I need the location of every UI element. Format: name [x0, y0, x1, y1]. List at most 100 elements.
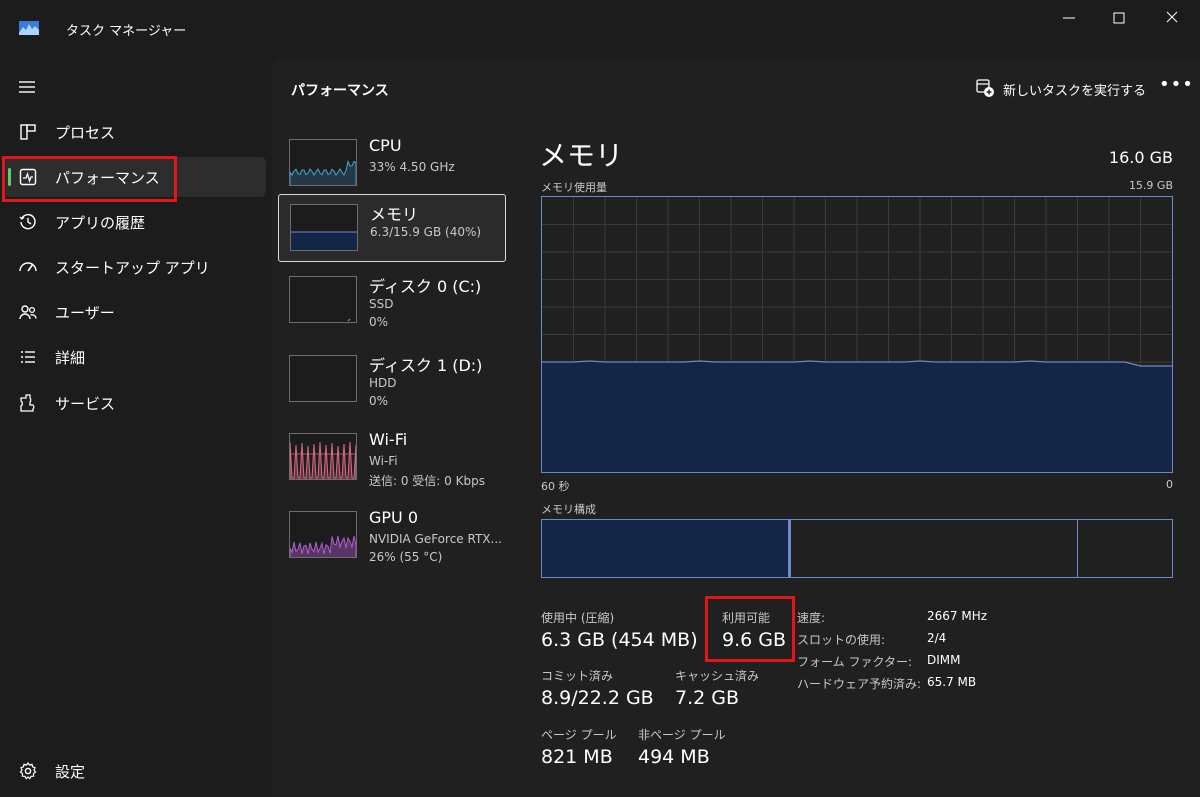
- sidebar-item-startup-apps[interactable]: スタートアップ アプリ: [4, 247, 266, 287]
- sidebar-item-users[interactable]: ユーザー: [4, 292, 266, 332]
- memory-composition-bar: [541, 519, 1173, 578]
- memory-thumbnail: [290, 204, 358, 251]
- spec-label: 速度:: [797, 611, 826, 625]
- users-icon: [19, 305, 37, 320]
- gear-icon: [19, 762, 37, 780]
- title-bar: タスク マネージャー: [0, 0, 1200, 60]
- spec-value: 2667 MHz: [927, 609, 988, 623]
- device-detail: 6.3/15.9 GB (40%): [370, 225, 482, 239]
- spec-label: ハードウェア予約済み:: [797, 677, 922, 691]
- services-icon: [20, 394, 35, 412]
- memory-total: 16.0 GB: [1108, 148, 1173, 167]
- sidebar-item-app-history[interactable]: アプリの履歴: [4, 202, 266, 242]
- memory-usage-graph: [541, 196, 1173, 473]
- wifi-mini-graph: [290, 441, 356, 479]
- sidebar-item-label: アプリの履歴: [55, 214, 146, 232]
- maximize-icon[interactable]: [1108, 8, 1130, 28]
- memory-usage-plot: [542, 197, 1172, 472]
- sidebar-item-label: パフォーマンス: [55, 169, 160, 187]
- device-name: ディスク 0 (C:): [369, 277, 482, 296]
- disk1-thumbnail: [289, 355, 357, 402]
- paged-pool-value: 821 MB: [541, 746, 613, 768]
- device-name: GPU 0: [369, 508, 419, 527]
- paged-pool-label: ページ プール: [541, 728, 617, 742]
- startup-icon: [19, 262, 37, 272]
- sidebar-item-performance[interactable]: パフォーマンス: [4, 157, 266, 197]
- device-cpu[interactable]: CPU 33% 4.50 GHz: [278, 130, 506, 198]
- graph-axis-left: 60 秒: [541, 480, 570, 493]
- memory-title: メモリ: [539, 139, 624, 172]
- device-detail: 33% 4.50 GHz: [369, 160, 455, 174]
- nonpaged-pool-value: 494 MB: [638, 746, 710, 768]
- device-memory[interactable]: メモリ 6.3/15.9 GB (40%): [278, 194, 506, 262]
- spec-value: DIMM: [927, 653, 961, 667]
- composition-standby: [791, 520, 1078, 577]
- cpu-thumbnail: [289, 139, 357, 186]
- available-label: 利用可能: [722, 611, 771, 625]
- processes-icon: [20, 124, 36, 140]
- device-detail: 送信: 0 受信: 0 Kbps: [369, 474, 485, 488]
- available-value: 9.6 GB: [722, 629, 787, 651]
- device-name: メモリ: [370, 205, 419, 224]
- device-disk-0[interactable]: ディスク 0 (C:) SSD 0%: [278, 267, 506, 335]
- device-name: CPU: [369, 136, 402, 155]
- committed-value: 8.9/22.2 GB: [541, 687, 654, 709]
- memory-composition-label: メモリ構成: [541, 503, 596, 516]
- device-wifi[interactable]: Wi-Fi Wi-Fi 送信: 0 受信: 0 Kbps: [278, 424, 506, 492]
- gpu-thumbnail: [289, 511, 357, 558]
- memory-mini-graph: [291, 231, 357, 250]
- committed-label: コミット済み: [541, 669, 614, 683]
- device-name: Wi-Fi: [369, 430, 408, 449]
- performance-icon: [19, 168, 37, 186]
- memory-usage-max: 15.9 GB: [1128, 179, 1173, 192]
- in-use-label: 使用中 (圧縮): [541, 611, 615, 625]
- device-gpu-0[interactable]: GPU 0 NVIDIA GeForce RTX... 26% (55 °C): [278, 502, 506, 570]
- device-detail: NVIDIA GeForce RTX...: [369, 532, 502, 546]
- cached-value: 7.2 GB: [675, 687, 740, 709]
- device-detail: 0%: [369, 315, 389, 329]
- sidebar-item-services[interactable]: サービス: [4, 383, 266, 423]
- wifi-thumbnail: [289, 433, 357, 480]
- active-indicator: [8, 168, 11, 186]
- device-name: ディスク 1 (D:): [369, 356, 483, 375]
- device-detail: Wi-Fi: [369, 454, 398, 468]
- sidebar-item-label: ユーザー: [55, 304, 115, 322]
- graph-axis-right: 0: [1166, 478, 1173, 491]
- device-detail: SSD: [369, 297, 394, 311]
- sidebar-item-label: 設定: [55, 763, 86, 781]
- gpu-mini-graph: [290, 535, 356, 557]
- disk0-mini-graph: [347, 318, 351, 322]
- minimize-icon[interactable]: [1058, 8, 1080, 28]
- composition-free: [1078, 520, 1172, 577]
- sidebar-item-label: サービス: [55, 395, 116, 413]
- window-title: タスク マネージャー: [66, 24, 187, 39]
- memory-usage-label: メモリ使用量: [541, 181, 607, 194]
- sidebar-item-details[interactable]: 詳細: [4, 337, 266, 377]
- hamburger-icon[interactable]: [16, 77, 38, 97]
- composition-in-use: [542, 520, 788, 577]
- sidebar-item-label: 詳細: [55, 349, 86, 367]
- disk0-thumbnail: [289, 276, 357, 323]
- close-icon[interactable]: [1161, 8, 1183, 28]
- cached-label: キャッシュ済み: [675, 669, 760, 683]
- history-icon: [19, 213, 36, 230]
- more-options-button[interactable]: •••: [1159, 74, 1193, 98]
- run-task-icon: [976, 79, 994, 97]
- device-disk-1[interactable]: ディスク 1 (D:) HDD 0%: [278, 346, 506, 414]
- sidebar: プロセス パフォーマンス アプリの履歴 スタートアップ アプリ ユーザー 詳細 …: [0, 60, 272, 797]
- task-manager-icon: [19, 21, 39, 35]
- sidebar-item-processes[interactable]: プロセス: [4, 112, 266, 152]
- run-task-label: 新しいタスクを実行する: [1003, 84, 1147, 99]
- sidebar-item-label: プロセス: [55, 124, 116, 142]
- sidebar-item-settings[interactable]: 設定: [4, 751, 266, 791]
- nonpaged-pool-label: 非ページ プール: [638, 728, 726, 742]
- spec-label: フォーム ファクター:: [797, 655, 913, 669]
- cpu-mini-graph: [290, 159, 356, 185]
- spec-value: 65.7 MB: [927, 675, 977, 689]
- spec-value: 2/4: [927, 631, 947, 645]
- device-detail: HDD: [369, 376, 397, 390]
- page-title: パフォーマンス: [291, 83, 389, 99]
- device-detail: 26% (55 °C): [369, 550, 443, 564]
- sidebar-item-label: スタートアップ アプリ: [55, 259, 210, 277]
- main-panel: パフォーマンス 新しいタスクを実行する ••• CPU 33% 4.50 GHz: [272, 60, 1200, 797]
